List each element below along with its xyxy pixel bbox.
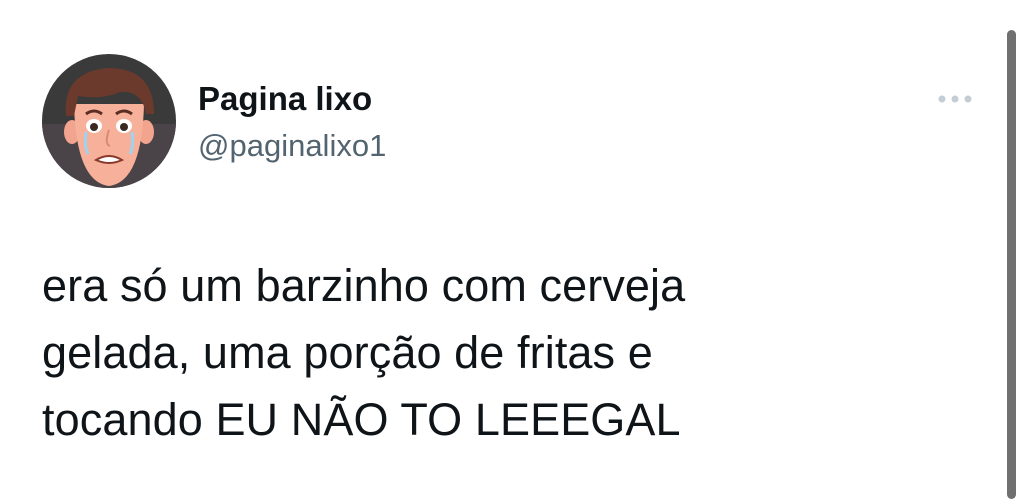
more-options-button[interactable] — [930, 84, 986, 114]
author-avatar[interactable] — [42, 54, 176, 188]
author-display-name[interactable]: Pagina lixo — [198, 80, 372, 118]
tweet-card: Pagina lixo @paginalixo1 era só um barzi… — [0, 0, 1024, 499]
scrollbar[interactable] — [1007, 30, 1016, 499]
tweet-text: era só um barzinho com cerveja gelada, u… — [42, 260, 686, 445]
more-horizontal-icon — [938, 95, 972, 103]
crying-face-avatar-icon — [42, 54, 176, 188]
author-handle[interactable]: @paginalixo1 — [198, 128, 386, 164]
